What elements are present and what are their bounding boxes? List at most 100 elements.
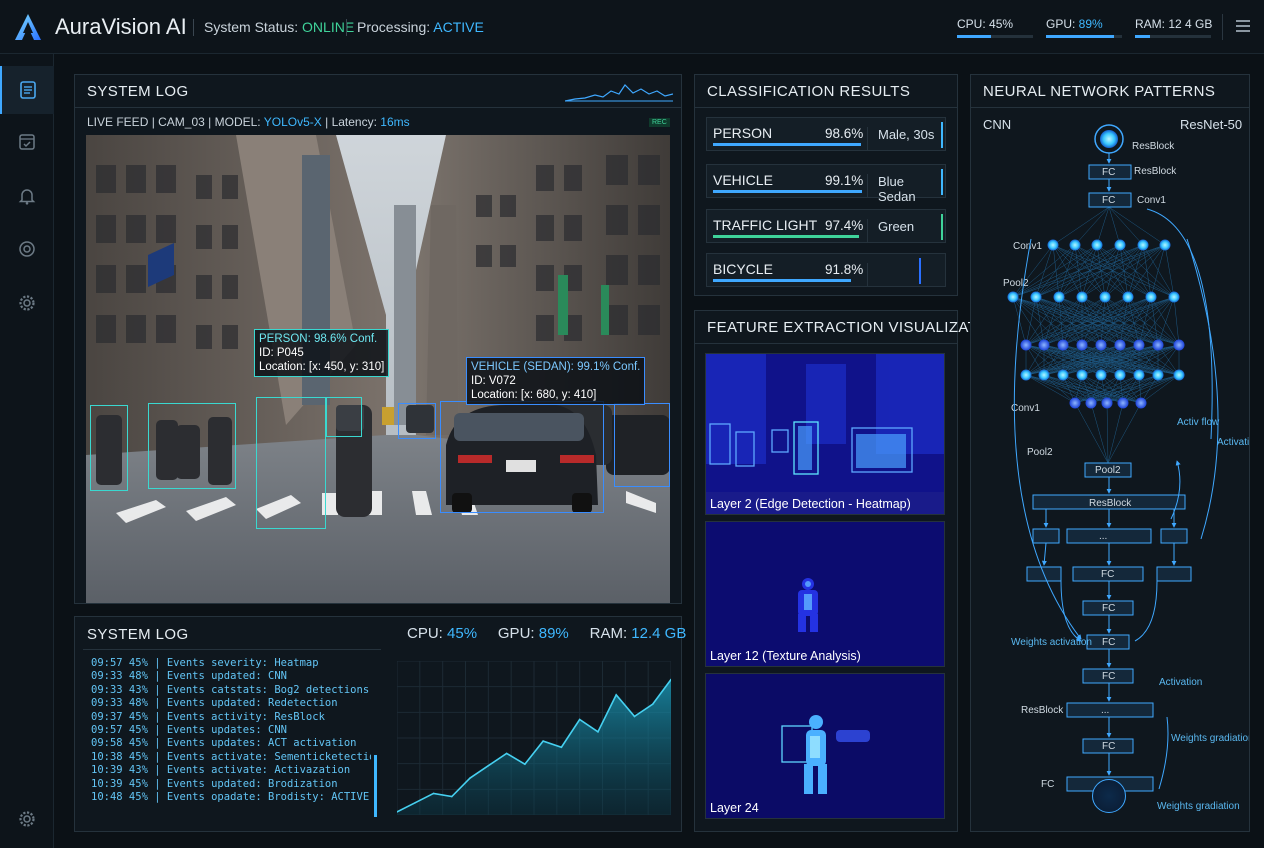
feature-title: FEATURE EXTRACTION VISUALIZATION [707,319,1006,336]
classification-row[interactable]: TRAFFIC LIGHT 97.4% Green [706,209,946,243]
data-point [432,792,435,795]
vehicle-detection-box[interactable] [440,401,604,513]
network-node [1020,369,1032,381]
network-node [1069,397,1081,409]
class-confidence: 91.8% [825,262,864,277]
ram-meter-value: 12 4 GB [1168,17,1213,31]
gpu-meter-label: GPU: [1046,17,1079,31]
network-node [1030,291,1042,303]
classification-row[interactable]: BICYCLE 91.8% [706,253,946,287]
classification-row[interactable]: PERSON 98.6% Male, 30s [706,117,946,151]
class-name: BICYCLE [713,261,773,277]
log-line: 10:48 45% | Events opadate: Brodisty: AC… [91,791,370,804]
network-node [1114,239,1126,251]
divider [346,19,347,36]
detection-line: VEHICLE (SEDAN): 99.1% Conf. [471,361,641,373]
fc-label: FC [1102,637,1115,648]
ellipsis-label: ... [1101,705,1109,716]
gpu-value: 89% [538,625,569,642]
class-confidence: 97.4% [825,218,864,233]
detection-line: ID: P045 [259,347,304,359]
feature-extraction-panel: FEATURE EXTRACTION VISUALIZATION Layer 2… [694,310,1005,832]
mini-activity-sparkline [565,84,673,102]
data-point [542,740,544,742]
network-node [1114,339,1126,351]
cpu-meter-fill [957,35,992,38]
detection-box[interactable] [326,397,362,437]
divider [1222,14,1223,40]
system-status: System Status: ONLINE [204,19,354,35]
ellipsis-label: ... [1099,531,1107,542]
fc-label: FC [1102,603,1115,614]
classification-title: CLASSIFICATION RESULTS [707,83,911,100]
network-node [1091,239,1103,251]
feature-map-layer-24[interactable]: Layer 24 [705,673,945,819]
log-line: 09:57 45% | Events severity: Heatmap [91,657,319,669]
app-title: AuraVision AI [55,14,187,39]
data-point [451,795,453,798]
gpu-meter: GPU: 89% [1046,17,1122,38]
log-scrollbar[interactable] [374,755,377,817]
pool2-layer-label: Pool2 [1027,447,1053,458]
person-detection-label: PERSON: 98.6% Conf. ID: P045 Location: [… [254,329,390,377]
settings-gear-icon [19,811,35,827]
log-icon [20,81,36,99]
sidebar-item-cameras[interactable] [0,225,54,273]
cpu-meter-label: CPU: [957,17,990,31]
log-line: 09:58 45% | Events updates: ACT activati… [91,737,357,750]
pool2-layer-label: Pool2 [1003,278,1029,289]
network-node [1057,339,1069,351]
sidebar-item-tasks[interactable] [0,118,54,166]
fc-label: FC [1102,167,1115,178]
classification-row[interactable]: VEHICLE 99.1% Blue Sedan [706,164,946,204]
gpu-meter-fill [1046,35,1114,38]
class-detail: Blue Sedan [867,174,945,204]
detection-box[interactable] [90,405,128,491]
fc-label: FC [1102,671,1115,682]
sidebar-item-settings[interactable] [0,279,54,327]
resblock-label: ResBlock [1021,705,1064,716]
data-point [469,777,471,779]
sidebar-item-preferences[interactable] [0,795,54,843]
log-line: 09:57 45% | Events updates: CNN [91,724,287,737]
log-list[interactable]: 09:57 45% | Events severity: Heatmap 09:3… [91,657,371,807]
feed-meta: LIVE FEED | CAM_03 | MODEL: YOLOv5-X | L… [87,115,410,129]
log-line: 10:39 43% | Events activate: Activazatio… [91,764,351,777]
data-point [487,764,490,767]
network-node [1085,397,1097,409]
cpu-meter: CPU: 45% [957,17,1033,38]
conv1-label: Conv1 [1137,195,1166,206]
weights-activation-label: Weights activation [1011,637,1092,648]
fc-label: FC [1101,569,1114,580]
ram-meter: RAM: 12 4 GB [1135,17,1213,38]
weights-gradiation-label: Weights gradiation [1171,733,1249,744]
network-diagram[interactable]: ResBlock FC ResBlock FC Conv1 Conv1 Pool… [971,109,1249,831]
camera-lens-icon [19,241,35,257]
camera-feed[interactable]: PERSON: 98.6% Conf. ID: P045 Location: [… [86,135,670,603]
detection-box[interactable] [614,403,670,487]
latency-label: | Latency: [321,115,381,129]
weights-gradiation-label: Weights gradiation [1157,801,1240,812]
network-title: NEURAL NETWORK PATTERNS [983,83,1216,100]
sidebar-item-log[interactable] [0,66,54,114]
ram-label: RAM: [589,625,628,642]
feature-map-layer-2[interactable]: Layer 2 (Edge Detection - Heatmap) [705,353,945,515]
feature-caption: Layer 2 (Edge Detection - Heatmap) [710,497,911,511]
feature-map-layer-12[interactable]: Layer 12 (Texture Analysis) [705,521,945,667]
menu-icon[interactable] [1236,20,1250,32]
detection-box[interactable] [398,403,436,439]
system-log-panel: SYSTEM LOG CPU: 45% GPU: 89% RAM: 12.4 G… [74,616,686,832]
sidebar-item-alerts[interactable] [0,172,54,220]
network-node [1152,339,1164,351]
network-node [1173,339,1185,351]
neural-network-panel: NEURAL NETWORK PATTERNS CNN ResNet-50 Re… [970,74,1250,832]
conv1-layer-label: Conv1 [1013,241,1042,252]
log-line: 09:37 45% | Events activity: ResBlock [91,710,325,723]
person-detection-box[interactable] [256,397,326,529]
aura-logo-icon [15,14,41,40]
resource-readout: CPU: 45% GPU: 89% RAM: 12.4 GB [407,625,686,642]
resource-usage-chart [397,661,671,815]
detection-line: Location: [x: 450, y: 310] [259,361,385,373]
checklist-icon [19,134,35,150]
detection-box[interactable] [148,403,236,489]
